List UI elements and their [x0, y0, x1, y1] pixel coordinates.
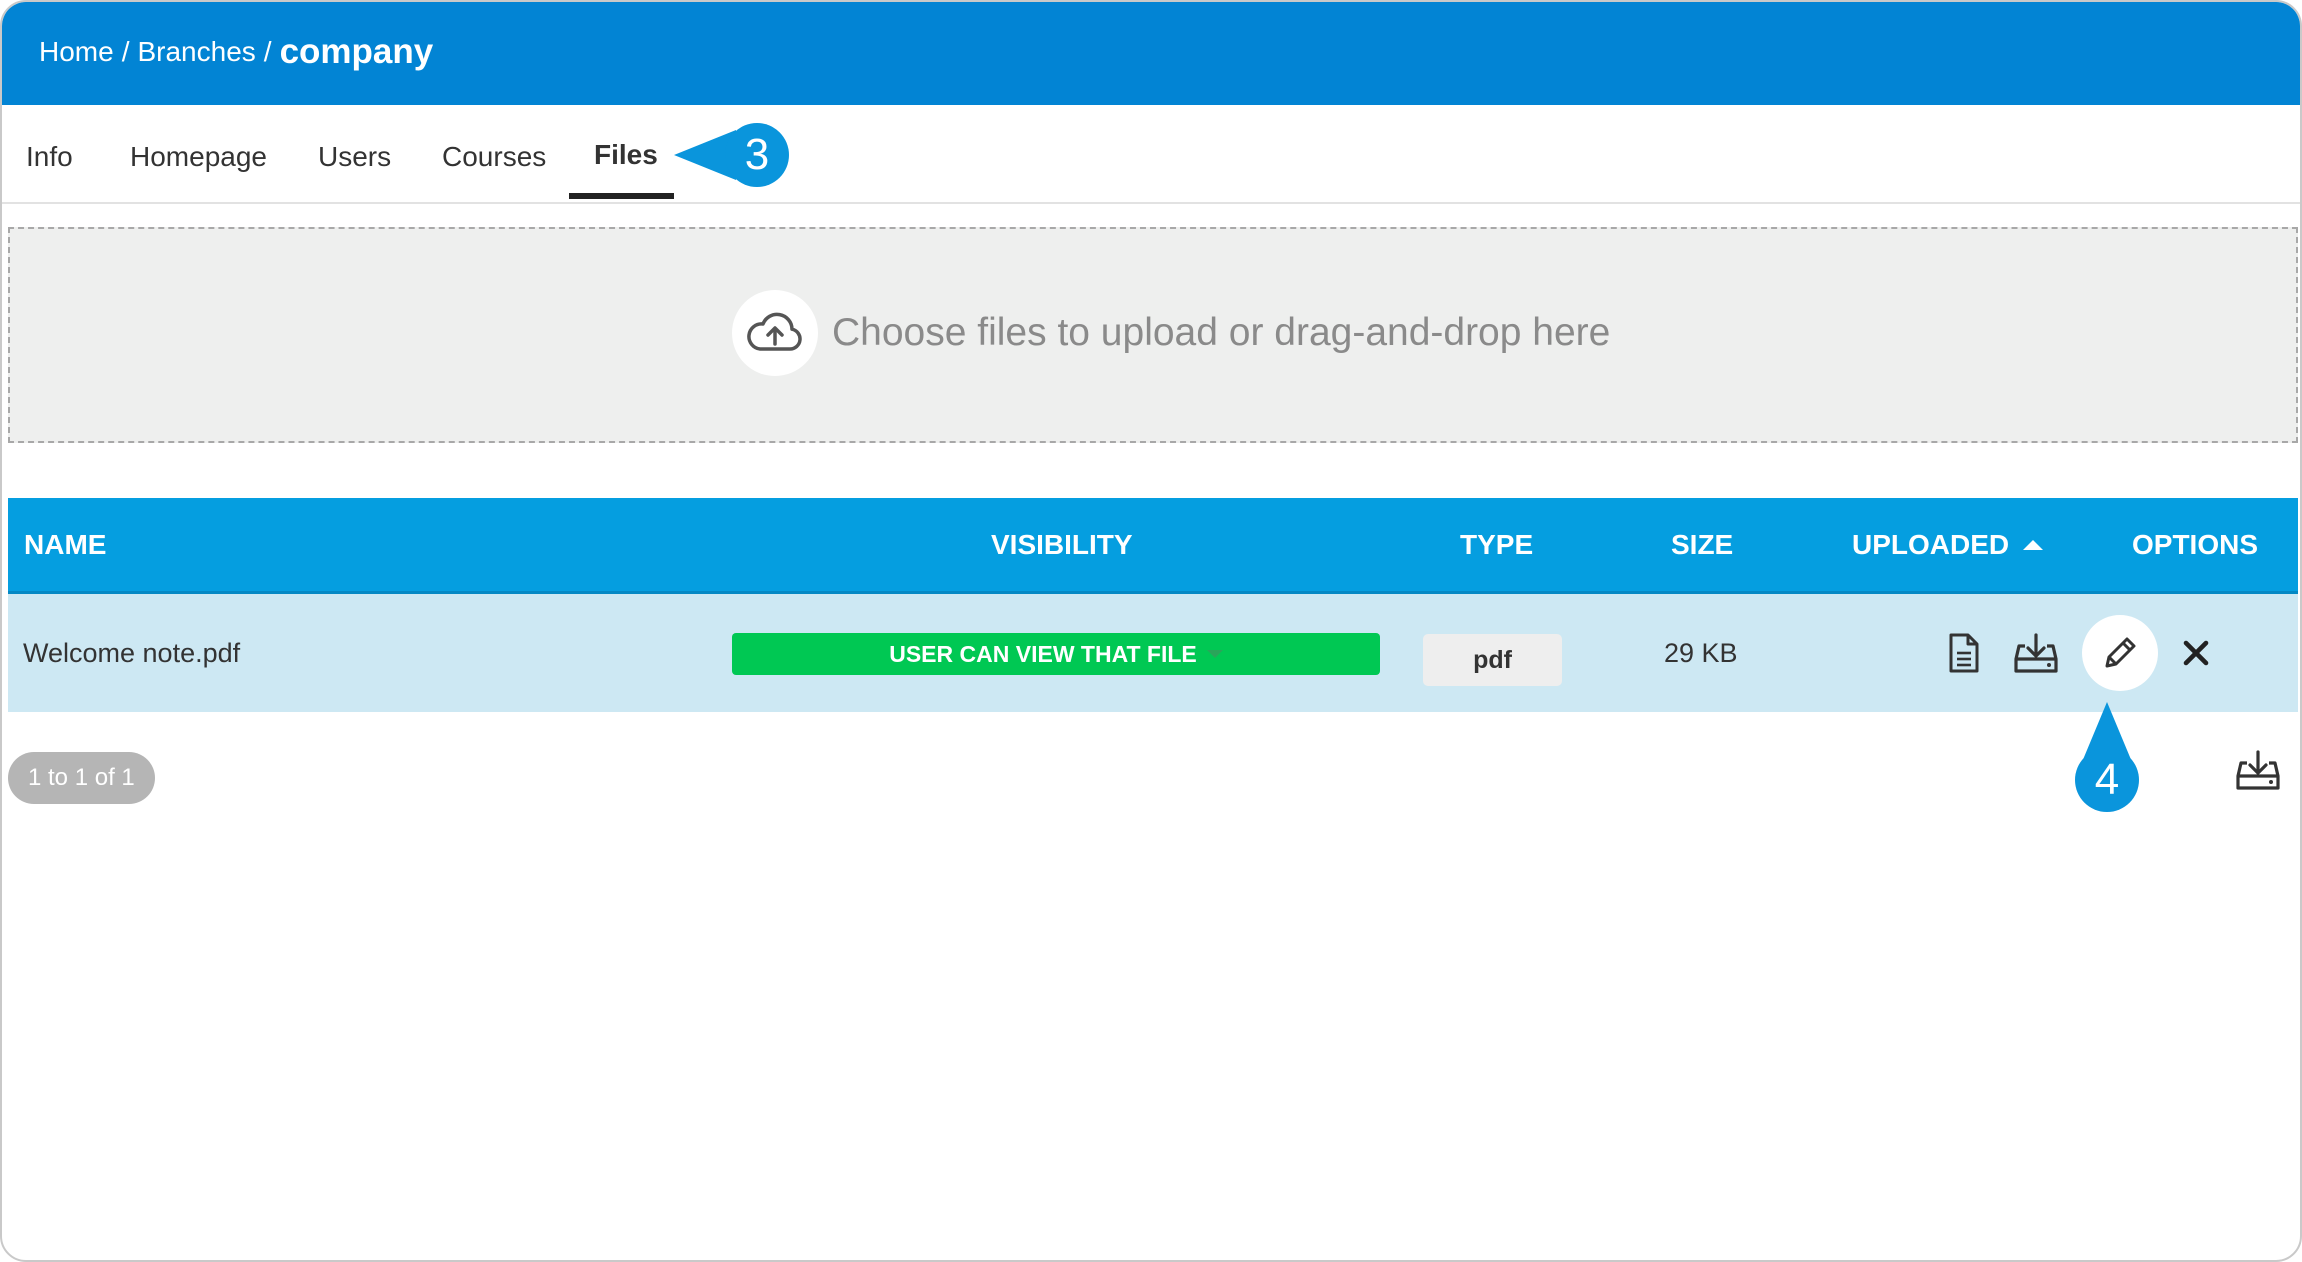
upload-prompt: Choose files to upload or drag-and-drop …: [732, 289, 1610, 377]
column-header-options: OPTIONS: [2132, 528, 2259, 560]
cloud-upload-icon[interactable]: [732, 290, 818, 376]
edit-pencil-icon[interactable]: [2082, 615, 2158, 691]
column-header-uploaded-label: UPLOADED: [1852, 528, 2010, 560]
column-header-uploaded[interactable]: UPLOADED: [1852, 498, 2044, 591]
tab-users[interactable]: Users: [318, 141, 391, 173]
breadcrumb-home[interactable]: Home: [39, 36, 114, 68]
breadcrumb-separator: /: [263, 36, 272, 67]
app-window: Home / Branches / company Info Homepage …: [0, 0, 2302, 1262]
file-size: 29 KB: [1664, 637, 1738, 668]
active-tab-indicator: [569, 193, 674, 199]
visibility-dropdown[interactable]: USER CAN VIEW THAT FILE: [732, 633, 1380, 675]
breadcrumb-branches[interactable]: Branches: [137, 36, 255, 68]
breadcrumb-current: company: [279, 32, 434, 71]
file-preview-icon[interactable]: [1938, 627, 1990, 679]
upload-instruction[interactable]: Choose files to upload or drag-and-drop …: [832, 311, 1610, 355]
file-type-badge: pdf: [1423, 634, 1562, 686]
visibility-label: USER CAN VIEW THAT FILE: [889, 640, 1197, 667]
upload-dropzone[interactable]: Choose files to upload or drag-and-drop …: [8, 227, 2298, 443]
breadcrumb-separator: /: [121, 36, 130, 67]
tab-info[interactable]: Info: [26, 141, 73, 173]
tab-courses[interactable]: Courses: [442, 141, 546, 173]
breadcrumb: Home / Branches / company: [39, 2, 433, 102]
callout-step-3: 3: [725, 123, 789, 187]
tab-files[interactable]: Files: [594, 139, 658, 171]
chevron-down-icon: [1206, 650, 1223, 658]
files-table-header: NAME VISIBILITY TYPE SIZE UPLOADED OPTIO…: [8, 498, 2298, 594]
tab-bar: Info Homepage Users Courses Files: [2, 105, 2300, 204]
delete-x-icon[interactable]: [2174, 631, 2218, 675]
sort-ascending-icon: [2023, 539, 2044, 550]
callout-step-4: 4: [2075, 748, 2139, 812]
column-header-type[interactable]: TYPE: [1460, 498, 1533, 591]
column-header-name[interactable]: NAME: [24, 498, 106, 591]
column-header-visibility[interactable]: VISIBILITY: [991, 498, 1133, 591]
file-name[interactable]: Welcome note.pdf: [23, 594, 240, 712]
top-bar: Home / Branches / company: [2, 2, 2300, 105]
table-row: Welcome note.pdf USER CAN VIEW THAT FILE…: [8, 594, 2298, 712]
pagination-info: 1 to 1 of 1: [8, 752, 155, 804]
download-icon[interactable]: [2008, 627, 2064, 679]
column-header-size[interactable]: SIZE: [1671, 498, 1733, 591]
tab-homepage[interactable]: Homepage: [130, 141, 267, 173]
export-download-icon[interactable]: [2230, 744, 2286, 796]
